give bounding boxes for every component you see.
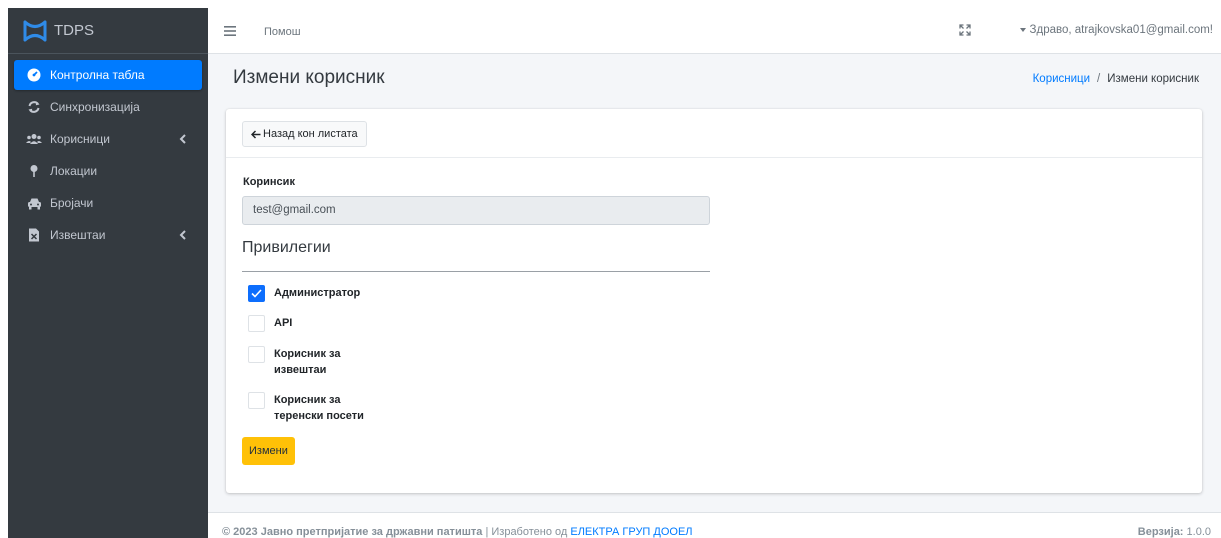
help-link[interactable]: Помош xyxy=(264,26,301,38)
version-number: 1.0.0 xyxy=(1186,526,1211,538)
sidebar-item-dashboard[interactable]: Контролна табла xyxy=(14,60,202,90)
sidebar-item-counters[interactable]: Бројачи xyxy=(14,188,202,218)
logo-icon xyxy=(23,20,47,41)
dashboard-icon xyxy=(26,67,42,83)
page-title: Измени корисник xyxy=(233,67,385,88)
menu-toggle-icon[interactable] xyxy=(224,26,236,36)
chevron-left-icon xyxy=(179,230,186,240)
sidebar: TDPS Контролна табла Синхронизација Кори… xyxy=(8,8,208,538)
sidebar-item-label: Контролна табла xyxy=(50,68,145,82)
edit-user-card: Назад кон листата Коринсик test@gmail.co… xyxy=(226,109,1202,493)
privilege-api: API xyxy=(248,315,292,332)
copyright-year: © 2023 xyxy=(222,526,258,538)
sidebar-item-label: Бројачи xyxy=(50,196,94,210)
arrow-left-icon xyxy=(251,129,261,139)
privilege-label: API xyxy=(274,317,293,329)
caret-down-icon xyxy=(1019,28,1026,32)
sidebar-item-label: Локации xyxy=(50,164,98,178)
sidebar-nav: Контролна табла Синхронизација Корисници… xyxy=(8,54,208,250)
sidebar-item-label: Извештаи xyxy=(50,228,106,242)
privilege-label: Корисник за теренски посети xyxy=(274,394,364,422)
brand-link[interactable]: TDPS xyxy=(8,8,208,54)
sidebar-item-users[interactable]: Корисници xyxy=(14,124,202,154)
privilege-field-visits-user: Корисник за теренски посети xyxy=(248,392,364,424)
sidebar-item-label: Синхронизација xyxy=(50,100,140,114)
brand-name: TDPS xyxy=(54,22,95,39)
chevron-left-icon xyxy=(179,134,186,144)
user-email-field[interactable]: test@gmail.com xyxy=(242,196,710,225)
top-strip xyxy=(0,0,1221,8)
top-navbar: Помош Здраво, atrajkovska01@gmail.com! xyxy=(208,8,1221,54)
privileges-heading: Привилегии xyxy=(242,239,331,256)
footer: © 2023 Јавно претпријатие за државни пат… xyxy=(208,512,1221,538)
fullscreen-icon[interactable] xyxy=(959,24,971,36)
content-wrapper: Измени корисник Корисници / Измени корис… xyxy=(208,54,1221,512)
sidebar-item-reports[interactable]: Извештаи xyxy=(14,220,202,250)
card-header: Назад кон листата xyxy=(226,109,1202,158)
footer-copyright: © 2023 Јавно претпријатие за државни пат… xyxy=(222,526,693,538)
privilege-label: Администратор xyxy=(274,287,361,299)
privileges-divider xyxy=(242,271,710,272)
sidebar-item-locations[interactable]: Локации xyxy=(14,156,202,186)
privilege-reports-user: Корисник за извештаи xyxy=(248,346,340,378)
back-button-label: Назад кон листата xyxy=(263,128,358,140)
map-pin-icon xyxy=(26,163,42,179)
reports-user-checkbox[interactable] xyxy=(248,346,265,363)
back-to-list-button[interactable]: Назад кон листата xyxy=(242,121,367,147)
checkmark-icon xyxy=(251,289,262,298)
org-link[interactable]: Јавно претпријатие за државни патишта xyxy=(261,526,483,538)
privilege-label: Корисник за извештаи xyxy=(274,348,341,376)
privilege-administrator: Администратор xyxy=(248,285,360,302)
company-link[interactable]: ЕЛЕКТРА ГРУП ДООЕЛ xyxy=(570,526,692,538)
api-checkbox[interactable] xyxy=(248,315,265,332)
users-icon xyxy=(26,131,42,147)
car-icon xyxy=(26,195,42,211)
breadcrumb-separator: / xyxy=(1097,73,1101,85)
save-button[interactable]: Измени xyxy=(242,437,295,465)
administrator-checkbox[interactable] xyxy=(248,285,265,302)
user-menu[interactable]: Здраво, atrajkovska01@gmail.com! xyxy=(1019,24,1213,36)
user-field-label: Коринсик xyxy=(243,176,295,188)
report-icon xyxy=(26,227,42,243)
made-by-text: Изработено од xyxy=(491,526,568,538)
breadcrumb-current: Измени корисник xyxy=(1107,73,1199,85)
sync-icon xyxy=(26,99,42,115)
user-greeting: Здраво, atrajkovska01@gmail.com! xyxy=(1029,24,1213,36)
breadcrumb: Корисници / Измени корисник xyxy=(1033,73,1199,85)
footer-separator: | xyxy=(485,526,489,538)
footer-version: Верзија: 1.0.0 xyxy=(1138,526,1211,538)
sidebar-item-sync[interactable]: Синхронизација xyxy=(14,92,202,122)
breadcrumb-users-link[interactable]: Корисници xyxy=(1033,73,1090,85)
sidebar-item-label: Корисници xyxy=(50,132,110,146)
field-visits-user-checkbox[interactable] xyxy=(248,392,265,409)
version-label: Верзија: xyxy=(1137,526,1184,538)
